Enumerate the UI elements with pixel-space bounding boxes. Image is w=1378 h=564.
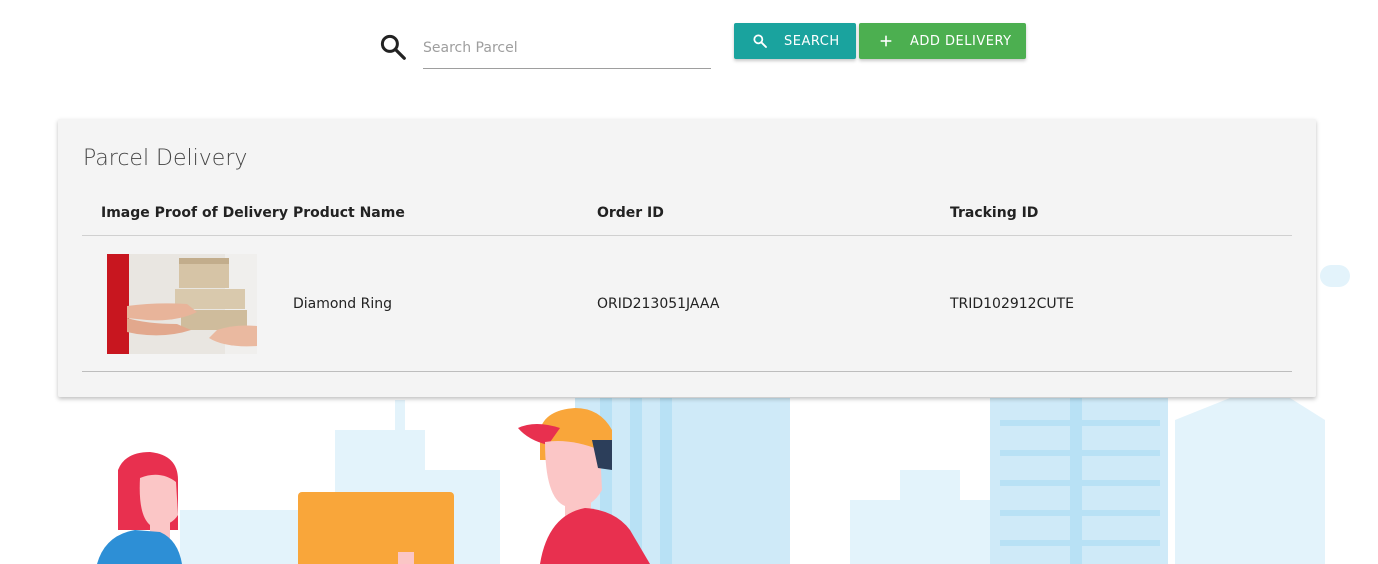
column-header-order-id: Order ID: [591, 191, 945, 236]
cell-image-proof: [82, 235, 288, 372]
cell-product-name: Diamond Ring: [287, 235, 592, 372]
delivery-proof-photo[interactable]: [107, 253, 257, 354]
column-header-product-name: Product Name: [287, 191, 592, 236]
parcel-delivery-card: Parcel Delivery Image Proof of Delivery …: [58, 119, 1316, 397]
search-button[interactable]: SEARCH: [734, 23, 856, 59]
search-input[interactable]: [423, 28, 711, 69]
column-header-tracking-id: Tracking ID: [944, 191, 1292, 236]
search-icon: [753, 34, 767, 48]
add-delivery-button[interactable]: ADD DELIVERY: [859, 23, 1026, 59]
card-title: Parcel Delivery: [83, 146, 248, 171]
add-delivery-button-label: ADD DELIVERY: [910, 33, 1012, 49]
search-icon: [380, 34, 406, 60]
cell-order-id: ORID213051JAAA: [591, 235, 945, 372]
table-row[interactable]: Diamond Ring ORID213051JAAA TRID102912CU…: [82, 235, 1292, 372]
table-header-row: Image Proof of Delivery Product Name Ord…: [82, 191, 1292, 236]
plus-icon: [880, 35, 892, 47]
search-button-label: SEARCH: [784, 33, 840, 49]
cell-tracking-id: TRID102912CUTE: [944, 235, 1292, 372]
parcel-table: Image Proof of Delivery Product Name Ord…: [82, 191, 1292, 372]
column-header-image-proof: Image Proof of Delivery: [82, 191, 288, 236]
page: SEARCH ADD DELIVERY Parcel Delivery Imag…: [0, 0, 1378, 564]
